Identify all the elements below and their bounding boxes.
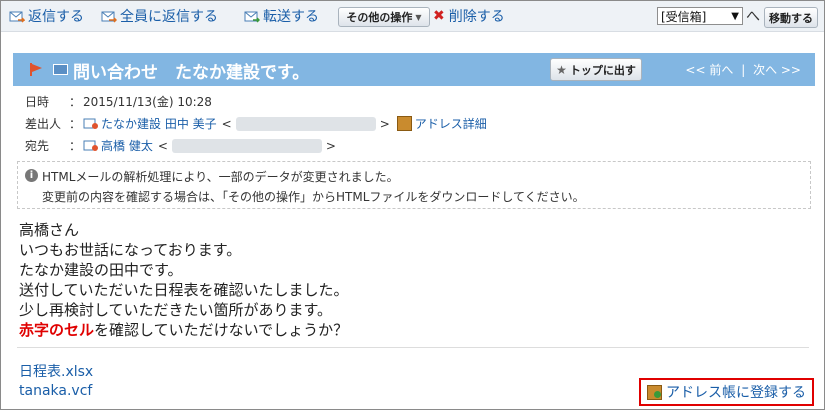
mail-view-window: 返信する 全員に返信する 転送する その他の操作 ▼ ✖ 削除する [受信箱] …	[0, 0, 825, 410]
move-label: 移動する	[769, 11, 813, 25]
recipient-email-redacted	[171, 138, 322, 153]
from-label: 差出人	[25, 117, 62, 131]
nav-divider: |	[741, 63, 746, 77]
reply-all-button[interactable]: 全員に返信する	[101, 6, 218, 26]
reply-icon	[9, 9, 26, 23]
other-operations-label: その他の操作	[346, 11, 413, 24]
folder-select-value: [受信箱]	[661, 9, 707, 24]
recipient-name-link[interactable]: 高橋 健太	[101, 137, 153, 154]
date-row: 日時 ： 2015/11/13(金) 10:28	[25, 93, 212, 110]
address-book-add-icon	[647, 384, 662, 400]
toolbar: 返信する 全員に返信する 転送する その他の操作 ▼ ✖ 削除する [受信箱] …	[1, 1, 824, 32]
body-line: 少し再検討していただきたい箇所があります。	[19, 301, 333, 319]
contact-card-icon	[83, 117, 98, 130]
to-colon: ：	[69, 139, 82, 153]
reply-all-icon	[101, 9, 118, 23]
star-icon: ★	[556, 62, 567, 77]
forward-icon	[244, 9, 261, 23]
move-button[interactable]: 移動する	[764, 7, 818, 28]
reply-label: 返信する	[28, 9, 84, 25]
body-line: いつもお世話になっております。	[19, 241, 242, 259]
notice-line-2: 変更前の内容を確認する場合は、「その他の操作」からHTMLファイルをダウンロード…	[42, 190, 585, 204]
info-icon: i	[25, 169, 38, 182]
register-address-book-button[interactable]: アドレス帳に登録する	[639, 378, 814, 406]
address-detail-link[interactable]: アドレス詳細	[415, 115, 487, 132]
body-line: 赤字のセルを確認していただけないでしょうか？	[19, 320, 349, 340]
from-row: 差出人 ： たなか建設 田中 美子 < > アドレス詳細	[25, 115, 487, 132]
next-link[interactable]: 次へ >>	[753, 63, 801, 77]
address-book-icon	[396, 116, 412, 131]
chevron-down-icon: ▼	[415, 12, 422, 22]
prev-link[interactable]: << 前へ	[685, 63, 733, 77]
recipient-card-icon	[83, 139, 98, 152]
folder-select[interactable]: [受信箱] ▼	[657, 7, 743, 25]
to-lt: <	[157, 138, 168, 153]
date-colon: ：	[69, 95, 82, 109]
mail-icon	[53, 64, 68, 75]
mail-navigation: << 前へ | 次へ >>	[685, 61, 801, 78]
forward-button[interactable]: 転送する	[244, 6, 319, 26]
delete-label: 削除する	[448, 9, 505, 25]
register-address-book-label: アドレス帳に登録する	[666, 385, 806, 401]
to-label: 宛先	[25, 139, 50, 153]
pin-to-top-label: トップに出す	[569, 63, 636, 77]
select-arrow-icon: ▼	[731, 11, 739, 22]
delete-x-icon: ✖	[433, 8, 445, 24]
divider	[17, 347, 809, 348]
body-line: 送付していただいた日程表を確認いたしました。	[19, 281, 349, 299]
delete-button[interactable]: ✖ 削除する	[433, 6, 505, 26]
reply-all-label: 全員に返信する	[120, 9, 218, 25]
other-operations-dropdown[interactable]: その他の操作 ▼	[338, 7, 430, 27]
attachment-link[interactable]: tanaka.vcf	[19, 383, 92, 399]
to-folder-label: へ	[746, 9, 760, 25]
forward-label: 転送する	[263, 9, 319, 25]
html-conversion-notice: i HTMLメールの解析処理により、一部のデータが変更されました。 変更前の内容…	[17, 161, 811, 209]
date-value: 2015/11/13(金) 10:28	[83, 95, 212, 109]
reply-button[interactable]: 返信する	[9, 6, 84, 26]
attachment-link[interactable]: 日程表.xlsx	[19, 361, 93, 381]
to-row: 宛先 ： 高橋 健太 < >	[25, 137, 336, 154]
sender-email-redacted	[235, 116, 376, 131]
date-label: 日時	[25, 95, 50, 109]
red-cell-highlight: 赤字のセル	[19, 321, 95, 339]
mail-body: 高橋さん いつもお世話になっております。 たなか建設の田中です。 送付していただ…	[19, 220, 349, 340]
flag-icon[interactable]	[29, 62, 43, 76]
from-colon: ：	[69, 117, 82, 131]
to-gt: >	[325, 138, 336, 153]
subject-header-bar: 問い合わせ たなか建設です。 ★ トップに出す << 前へ | 次へ >>	[13, 53, 815, 86]
body-line: たなか建設の田中です。	[19, 261, 183, 279]
body-line: 高橋さん	[19, 221, 80, 239]
mail-subject: 問い合わせ たなか建設です。	[73, 63, 310, 83]
sender-name-link[interactable]: たなか建設 田中 美子	[101, 115, 217, 132]
from-gt: >	[379, 116, 390, 131]
pin-to-top-button[interactable]: ★ トップに出す	[550, 58, 642, 81]
body-line-rest: を確認していただけないでしょうか？	[94, 321, 349, 339]
notice-line-1: HTMLメールの解析処理により、一部のデータが変更されました。	[42, 170, 399, 184]
from-lt: <	[221, 116, 232, 131]
